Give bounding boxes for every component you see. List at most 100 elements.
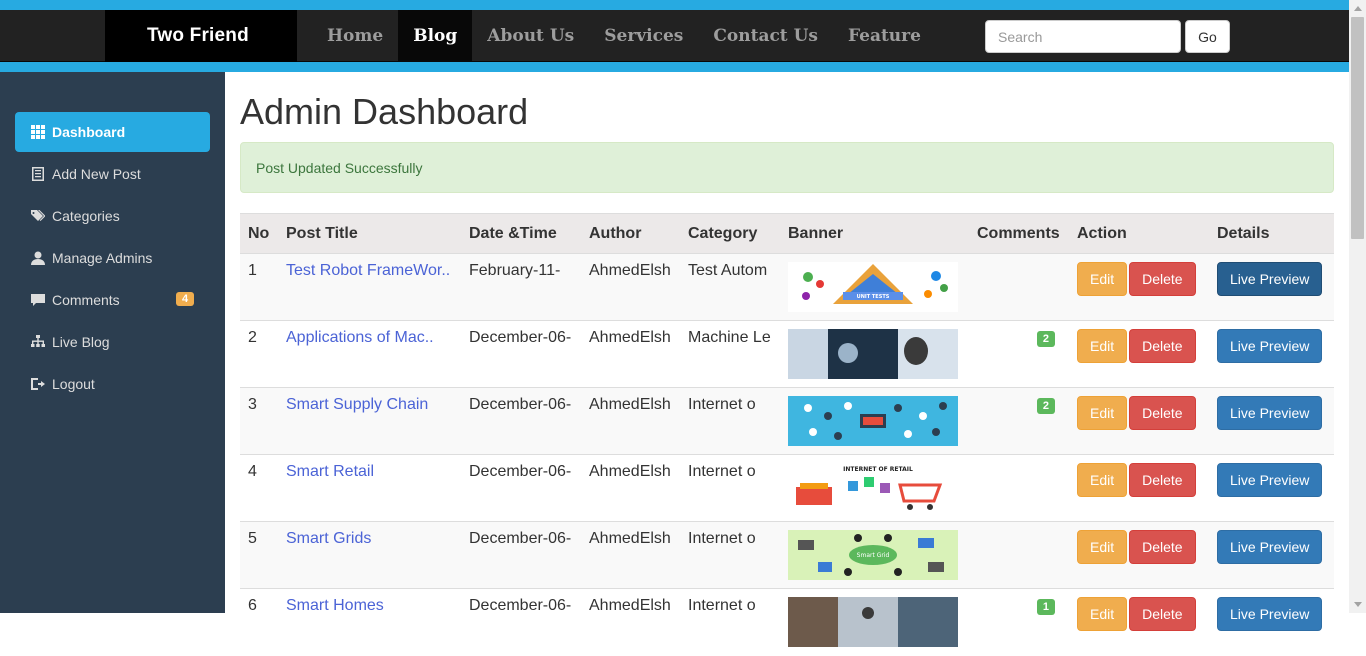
banner-unit-tests-image: UNIT TESTS: [788, 262, 958, 312]
cell-date: December-06-: [461, 320, 581, 388]
tags-icon: [30, 208, 46, 224]
cell-category: Internet o: [680, 454, 780, 522]
header-details: Details: [1209, 213, 1334, 254]
delete-button[interactable]: Delete: [1129, 329, 1196, 363]
post-title-link[interactable]: Smart Homes: [286, 597, 384, 614]
nav-blog[interactable]: Blog: [398, 10, 473, 62]
header-accent-bar: [0, 62, 1349, 72]
live-preview-button[interactable]: Live Preview: [1217, 262, 1323, 296]
edit-button[interactable]: Edit: [1077, 463, 1128, 497]
header-no: No: [240, 213, 278, 254]
banner-smart-homes-image: [788, 597, 958, 647]
cell-category: Machine Le: [680, 320, 780, 388]
cell-comments: [969, 253, 1069, 321]
post-title-link[interactable]: Smart Supply Chain: [286, 396, 428, 413]
delete-button[interactable]: Delete: [1129, 463, 1196, 497]
cell-no: 4: [240, 454, 278, 522]
edit-button[interactable]: Edit: [1077, 530, 1128, 564]
scroll-down-arrow-icon[interactable]: [1349, 596, 1366, 613]
top-accent-strip: [0, 0, 1349, 10]
live-preview-button[interactable]: Live Preview: [1217, 530, 1323, 564]
grid-icon: [30, 124, 46, 140]
cell-no: 6: [240, 588, 278, 656]
sidebar-item-logout[interactable]: Logout: [15, 364, 210, 404]
banner-supply-chain-image: [788, 396, 958, 446]
vertical-scrollbar[interactable]: [1349, 0, 1366, 613]
post-title-link[interactable]: Applications of Mac..: [286, 329, 434, 346]
header-category: Category: [680, 213, 780, 254]
edit-button[interactable]: Edit: [1077, 396, 1128, 430]
sidebar-item-label: Categories: [52, 208, 120, 224]
sidebar-item-categories[interactable]: Categories: [15, 196, 210, 236]
edit-button[interactable]: Edit: [1077, 262, 1128, 296]
delete-button[interactable]: Delete: [1129, 262, 1196, 296]
cell-comments: [969, 454, 1069, 522]
edit-button[interactable]: Edit: [1077, 597, 1128, 631]
sidebar-item-comments[interactable]: Comments 4: [15, 280, 210, 320]
nav-services[interactable]: Services: [589, 10, 698, 62]
nav-about-us[interactable]: About Us: [472, 10, 589, 62]
cell-no: 2: [240, 320, 278, 388]
cell-author: AhmedElsh: [581, 387, 680, 455]
cell-author: AhmedElsh: [581, 320, 680, 388]
posts-table: No Post Title Date &Time Author Category…: [240, 213, 1334, 656]
scroll-up-arrow-icon[interactable]: [1349, 0, 1366, 17]
live-preview-button[interactable]: Live Preview: [1217, 396, 1323, 430]
banner-unit-tests-text: UNIT TESTS: [857, 294, 890, 300]
post-title-link[interactable]: Test Robot FrameWor..: [286, 262, 450, 279]
comments-badge: 2: [1036, 331, 1055, 347]
comments-badge: 2: [1036, 398, 1055, 414]
post-title-link[interactable]: Smart Grids: [286, 530, 371, 547]
search-input[interactable]: [985, 20, 1181, 53]
cell-category: Internet o: [680, 387, 780, 455]
sidebar-menu: Dashboard Add New Post Categories Manage…: [15, 112, 210, 406]
sidebar-item-live-blog[interactable]: Live Blog: [15, 322, 210, 362]
table-row: 5 Smart Grids December-06- AhmedElsh Int…: [240, 521, 1334, 589]
cell-author: AhmedElsh: [581, 454, 680, 522]
banner-smart-grid-image: Smart Grid: [788, 530, 958, 580]
delete-button[interactable]: Delete: [1129, 396, 1196, 430]
cell-no: 1: [240, 253, 278, 321]
live-preview-button[interactable]: Live Preview: [1217, 463, 1323, 497]
main-content: Admin Dashboard Post Updated Successfull…: [240, 72, 1334, 656]
header-date-time: Date &Time: [461, 213, 581, 254]
cell-no: 5: [240, 521, 278, 589]
sidebar-item-dashboard[interactable]: Dashboard: [15, 112, 210, 152]
logout-icon: [30, 376, 46, 392]
nav-contact-us[interactable]: Contact Us: [698, 10, 833, 62]
sidebar-item-label: Add New Post: [52, 166, 141, 182]
sidebar-item-label: Comments: [52, 292, 120, 308]
cell-date: December-06-: [461, 454, 581, 522]
page-title: Admin Dashboard: [240, 91, 529, 132]
header-author: Author: [581, 213, 680, 254]
cell-date: December-06-: [461, 387, 581, 455]
header-action: Action: [1069, 213, 1209, 254]
edit-button[interactable]: Edit: [1077, 329, 1128, 363]
cell-category: Test Autom: [680, 253, 780, 321]
sidebar-item-add-new-post[interactable]: Add New Post: [15, 154, 210, 194]
live-preview-button[interactable]: Live Preview: [1217, 597, 1323, 631]
scrollbar-thumb[interactable]: [1351, 17, 1364, 239]
sidebar-item-label: Logout: [52, 376, 95, 392]
cell-author: AhmedElsh: [581, 588, 680, 656]
nav-menu: Home Blog About Us Services Contact Us F…: [312, 10, 936, 62]
cell-date: February-11-: [461, 253, 581, 321]
live-preview-button[interactable]: Live Preview: [1217, 329, 1323, 363]
cell-date: December-06-: [461, 588, 581, 656]
sidebar-item-label: Live Blog: [52, 334, 110, 350]
nav-feature[interactable]: Feature: [833, 10, 936, 62]
delete-button[interactable]: Delete: [1129, 530, 1196, 564]
search-go-button[interactable]: Go: [1185, 20, 1230, 53]
header-post-title: Post Title: [278, 213, 461, 254]
cell-category: Internet o: [680, 588, 780, 656]
header-comments: Comments: [969, 213, 1069, 254]
comments-count-badge: 4: [176, 292, 195, 306]
cell-date: December-06-: [461, 521, 581, 589]
post-title-link[interactable]: Smart Retail: [286, 463, 374, 480]
nav-home[interactable]: Home: [312, 10, 398, 62]
sidebar: Dashboard Add New Post Categories Manage…: [0, 72, 225, 613]
brand-logo[interactable]: Two Friend: [105, 10, 297, 62]
delete-button[interactable]: Delete: [1129, 597, 1196, 631]
tree-icon: [30, 334, 46, 350]
sidebar-item-manage-admins[interactable]: Manage Admins: [15, 238, 210, 278]
